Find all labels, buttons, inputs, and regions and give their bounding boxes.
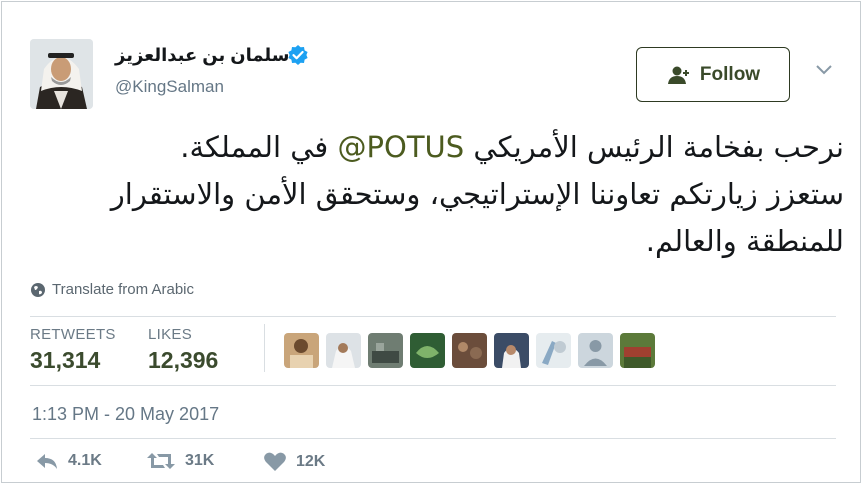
add-user-icon [667, 66, 689, 84]
tweet-card: سلمان بن عبدالعزيز @KingSalman Follow نر… [1, 1, 861, 483]
liker-avatar[interactable] [452, 333, 487, 368]
likes-label: LIKES [148, 326, 193, 343]
retweet-icon [147, 453, 175, 469]
liker-avatar[interactable] [326, 333, 361, 368]
follow-button-label: Follow [699, 63, 761, 85]
tweet-text: نرحب بفخامة الرئيس الأمريكي @POTUS في ال… [42, 124, 844, 265]
translate-link[interactable]: Translate from Arabic [30, 281, 194, 298]
tweet-line-1-suffix: في المملكة. [180, 130, 329, 164]
tweet-line-3: للمنطقة والعالم. [645, 224, 844, 258]
translate-label: Translate from Arabic [52, 281, 194, 298]
stats-separator [264, 324, 265, 372]
reply-count: 4.1K [68, 452, 102, 469]
divider [30, 316, 836, 317]
liker-avatar[interactable] [284, 333, 319, 368]
likes-count[interactable]: 12,396 [148, 347, 218, 374]
like-button[interactable]: 12K [263, 451, 325, 472]
liker-avatar[interactable] [578, 333, 613, 368]
tweet-line-2: ستعزز زيارتكم تعاوننا الإستراتيجي، وستحق… [110, 177, 844, 211]
user-handle[interactable]: @KingSalman [115, 77, 224, 97]
retweets-count[interactable]: 31,314 [30, 347, 100, 374]
timestamp[interactable]: 1:13 PM - 20 May 2017 [32, 404, 219, 425]
reply-button[interactable]: 4.1K [35, 451, 102, 471]
tweet-line-1: نرحب بفخامة الرئيس الأمريكي @POTUS في ال… [42, 124, 844, 171]
retweets-label: RETWEETS [30, 326, 116, 343]
liker-avatar[interactable] [368, 333, 403, 368]
reply-icon [37, 454, 57, 469]
retweet-button[interactable]: 31K [146, 451, 214, 471]
mention-link[interactable]: @POTUS [338, 130, 465, 164]
verified-badge-icon [287, 44, 309, 66]
heart-icon [264, 452, 286, 471]
tweet-line-1-prefix: نرحب بفخامة الرئيس الأمريكي [473, 130, 844, 164]
chevron-down-icon[interactable] [814, 62, 834, 78]
like-count: 12K [296, 452, 326, 470]
display-name[interactable]: سلمان بن عبدالعزيز [115, 44, 289, 66]
avatar[interactable] [30, 39, 93, 109]
retweet-count: 31K [185, 452, 215, 469]
divider [30, 438, 836, 439]
liker-avatar[interactable] [536, 333, 571, 368]
follow-button[interactable]: Follow [636, 47, 790, 102]
globe-icon [31, 282, 45, 297]
liker-avatar[interactable] [494, 333, 529, 368]
liker-avatars [284, 333, 655, 369]
divider [30, 385, 836, 386]
liker-avatar[interactable] [410, 333, 445, 368]
liker-avatar[interactable] [620, 333, 655, 368]
